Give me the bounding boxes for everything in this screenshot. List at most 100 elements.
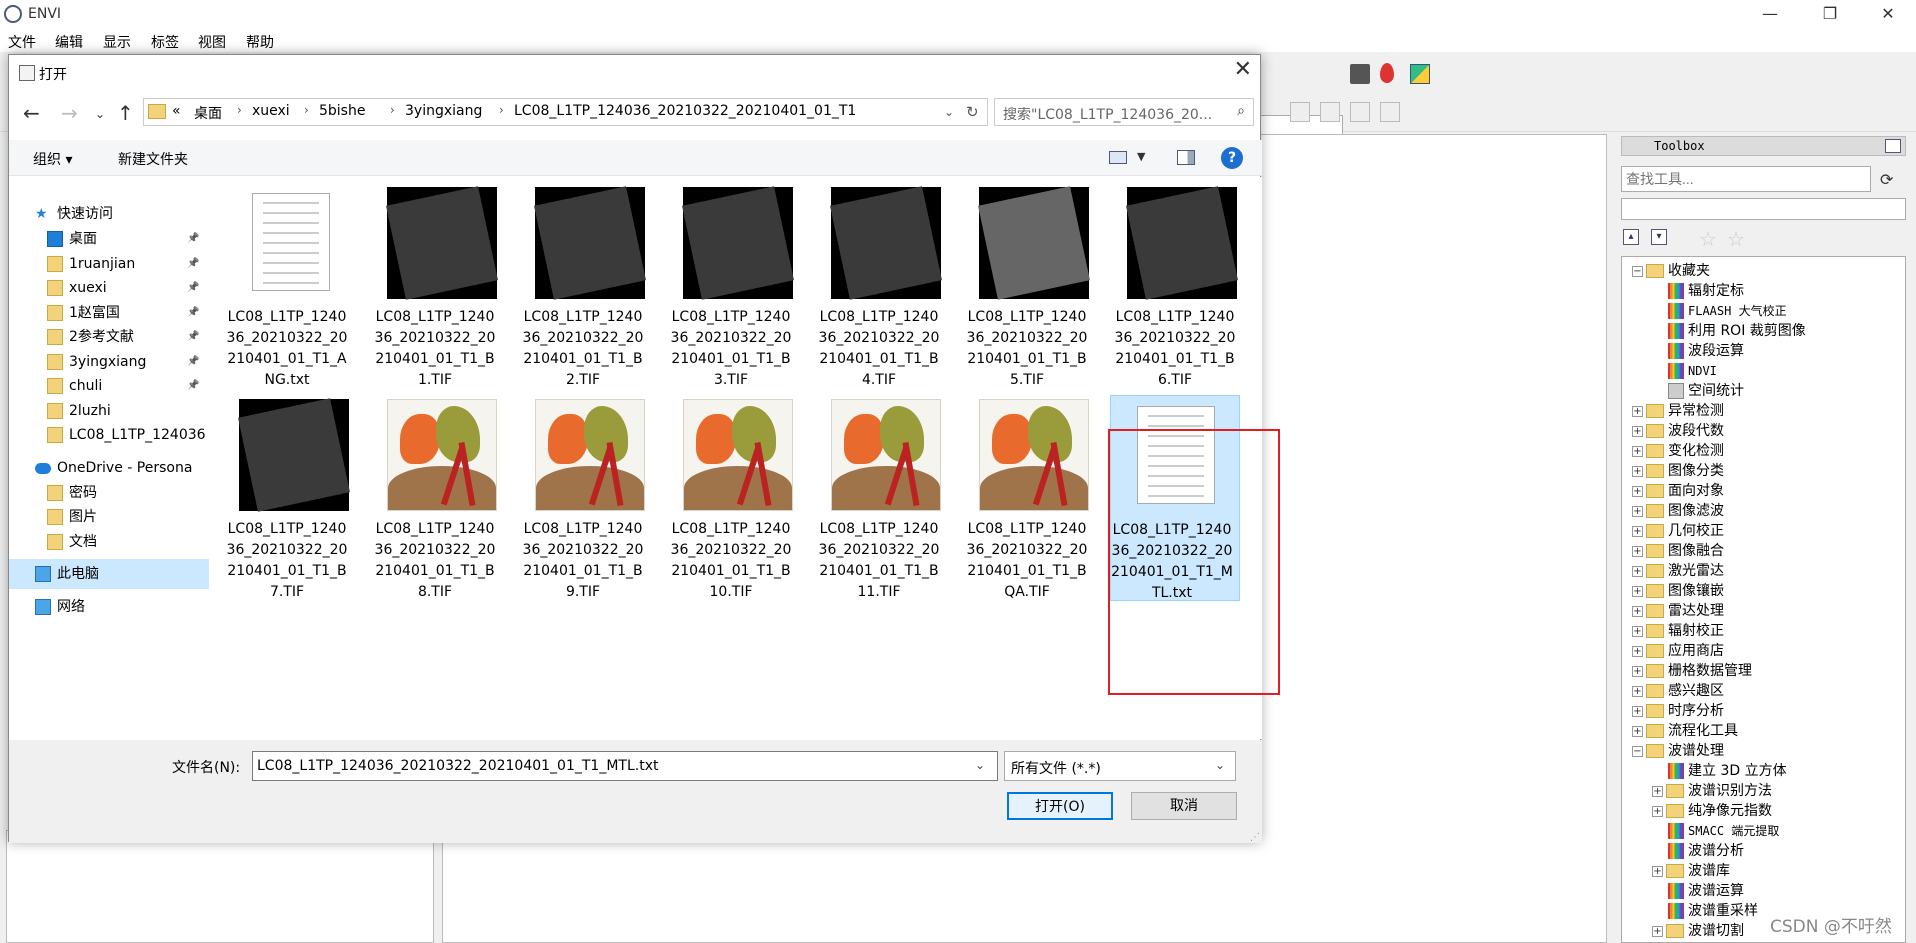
menu-display[interactable]: 显示 bbox=[103, 32, 131, 52]
layer-icon[interactable] bbox=[1410, 64, 1430, 84]
expand-icon[interactable]: + bbox=[1632, 485, 1643, 497]
tree-node[interactable]: 辐射定标 bbox=[1652, 281, 1744, 301]
file-item[interactable]: LC08_L1TP_124036_20210322_20210401_01_T1… bbox=[670, 395, 793, 601]
expand-icon[interactable]: + bbox=[1632, 465, 1643, 477]
expand-icon[interactable]: + bbox=[1632, 565, 1643, 577]
breadcrumb-3yingxiang[interactable]: 3yingxiang bbox=[405, 103, 482, 119]
expand-icon[interactable]: + bbox=[1632, 725, 1643, 737]
organize-button[interactable]: 组织 ▾ bbox=[33, 149, 72, 169]
open-button[interactable]: 打开(O) bbox=[1007, 792, 1113, 820]
view-grid-icon[interactable] bbox=[1380, 102, 1400, 122]
star-add-icon[interactable]: ☆ bbox=[1699, 227, 1717, 251]
tree-node[interactable]: + 波谱识别方法 bbox=[1652, 781, 1772, 801]
tree-node[interactable]: + 纯净像元指数 bbox=[1652, 801, 1772, 821]
menu-label[interactable]: 标签 bbox=[151, 32, 179, 52]
breadcrumb-overflow[interactable]: « bbox=[172, 103, 181, 119]
breadcrumb-5bishe[interactable]: 5bishe bbox=[319, 103, 365, 119]
file-item[interactable]: LC08_L1TP_124036_20210322_20210401_01_T1… bbox=[522, 395, 645, 601]
up-icon[interactable]: ↑ bbox=[117, 101, 134, 125]
file-item[interactable]: LC08_L1TP_124036_20210322_20210401_01_T1… bbox=[966, 395, 1089, 601]
file-item[interactable]: LC08_L1TP_124036_20210322_20210401_01_T1… bbox=[374, 183, 498, 389]
tree-node[interactable]: 波谱分析 bbox=[1652, 841, 1744, 861]
expand-icon[interactable]: + bbox=[1632, 525, 1643, 537]
expand-icon[interactable]: + bbox=[1632, 645, 1643, 657]
pin-location-icon[interactable] bbox=[1380, 63, 1394, 83]
breadcrumb-desktop[interactable]: 桌面 bbox=[194, 103, 222, 123]
expand-icon[interactable]: + bbox=[1632, 405, 1643, 417]
expand-icon[interactable]: + bbox=[1652, 925, 1663, 937]
tree-node[interactable]: − 收藏夹 bbox=[1632, 261, 1710, 281]
tree-node[interactable]: + 波谱切割 bbox=[1652, 921, 1744, 941]
tree-node[interactable]: + 时序分析 bbox=[1632, 701, 1724, 721]
tree-node[interactable]: − 波谱处理 bbox=[1632, 741, 1724, 761]
dialog-close-icon[interactable]: ✕ bbox=[1234, 57, 1252, 82]
expand-icon[interactable]: + bbox=[1632, 445, 1643, 457]
tree-node[interactable]: 波谱重采样 bbox=[1652, 901, 1758, 921]
search-input[interactable]: 搜索"LC08_L1TP_124036_20... ⌕ bbox=[994, 98, 1254, 126]
tree-node[interactable]: + 图像镶嵌 bbox=[1632, 581, 1724, 601]
chevron-down-icon[interactable]: ⌄ bbox=[975, 758, 985, 772]
tree-node[interactable]: + 雷达处理 bbox=[1632, 601, 1724, 621]
tree-node[interactable]: + 图像分类 bbox=[1632, 461, 1724, 481]
menu-edit[interactable]: 编辑 bbox=[55, 32, 83, 52]
tree-node[interactable]: + 感兴趣区 bbox=[1632, 681, 1724, 701]
chevron-down-icon[interactable]: ⌄ bbox=[1215, 758, 1225, 772]
tree-node[interactable]: + 应用商店 bbox=[1632, 641, 1724, 661]
expand-icon[interactable]: + bbox=[1632, 605, 1643, 617]
tree-node[interactable]: + 变化检测 bbox=[1632, 441, 1724, 461]
close-icon[interactable]: ✕ bbox=[1868, 4, 1908, 26]
recent-dropdown-icon[interactable]: ⌄ bbox=[95, 107, 105, 121]
minimize-icon[interactable]: — bbox=[1750, 4, 1790, 26]
view-dropdown-icon[interactable]: ▼ bbox=[1137, 150, 1145, 163]
dock-icon[interactable] bbox=[1885, 139, 1901, 153]
expand-all-icon[interactable]: ▴ bbox=[1623, 229, 1639, 245]
tree-node[interactable]: 波段运算 bbox=[1652, 341, 1744, 361]
collapse-icon[interactable]: − bbox=[1632, 745, 1643, 757]
menu-help[interactable]: 帮助 bbox=[246, 32, 274, 52]
chevron-down-icon[interactable]: ⌄ bbox=[944, 105, 954, 119]
file-item[interactable]: LC08_L1TP_124036_20210322_20210401_01_T1… bbox=[226, 395, 350, 601]
view-split-icon[interactable] bbox=[1320, 102, 1340, 122]
file-item[interactable]: LC08_L1TP_124036_20210322_20210401_01_T1… bbox=[522, 183, 646, 389]
tree-node[interactable]: 建立 3D 立方体 bbox=[1652, 761, 1787, 781]
toolbox-search-input[interactable] bbox=[1621, 166, 1871, 192]
tree-node[interactable]: + 激光雷达 bbox=[1632, 561, 1724, 581]
restore-icon[interactable]: ❐ bbox=[1810, 4, 1850, 26]
help-icon[interactable]: ? bbox=[1221, 147, 1243, 169]
expand-icon[interactable]: + bbox=[1652, 785, 1663, 797]
tree-node[interactable]: + 波段代数 bbox=[1632, 421, 1724, 441]
tree-node[interactable]: 空间统计 bbox=[1652, 381, 1744, 401]
filetype-select[interactable]: 所有文件 (*.*) bbox=[1004, 751, 1236, 781]
breadcrumb-current[interactable]: LC08_L1TP_124036_20210322_20210401_01_T1 bbox=[514, 103, 856, 119]
preview-pane-icon[interactable] bbox=[1177, 150, 1195, 165]
tree-node[interactable]: 波谱运算 bbox=[1652, 881, 1744, 901]
expand-icon[interactable]: + bbox=[1632, 705, 1643, 717]
toolbox-filter[interactable] bbox=[1621, 198, 1906, 220]
view-mode-icon[interactable] bbox=[1109, 151, 1127, 164]
tree-node[interactable]: + 异常检测 bbox=[1632, 401, 1724, 421]
expand-icon[interactable]: + bbox=[1652, 805, 1663, 817]
chevron-right-icon[interactable]: › bbox=[237, 103, 242, 117]
tree-node[interactable]: + 图像滤波 bbox=[1632, 501, 1724, 521]
tree-node[interactable]: + 流程化工具 bbox=[1632, 721, 1738, 741]
breadcrumb-xuexi[interactable]: xuexi bbox=[252, 103, 290, 119]
back-icon[interactable]: ← bbox=[23, 101, 40, 125]
refresh-icon[interactable]: ⟳ bbox=[1880, 170, 1893, 189]
tree-node[interactable]: + 几何校正 bbox=[1632, 521, 1724, 541]
resize-grip-icon[interactable]: ⋰ bbox=[1250, 832, 1260, 843]
menu-view[interactable]: 视图 bbox=[198, 32, 226, 52]
chevron-right-icon[interactable]: › bbox=[304, 103, 309, 117]
expand-icon[interactable]: + bbox=[1632, 425, 1643, 437]
nav-item[interactable]: LC08_L1TP_124036 bbox=[9, 420, 209, 450]
file-item[interactable]: LC08_L1TP_124036_20210322_20210401_01_T1… bbox=[818, 395, 941, 601]
nav-item[interactable]: 文档 bbox=[9, 527, 209, 557]
file-item[interactable]: LC08_L1TP_124036_20210322_20210401_01_T1… bbox=[966, 183, 1090, 389]
collapse-all-icon[interactable]: ▾ bbox=[1651, 229, 1667, 245]
tree-node[interactable]: FLAASH 大气校正 bbox=[1652, 301, 1787, 321]
address-bar[interactable]: « 桌面 › xuexi › 5bishe › 3yingxiang › LC0… bbox=[143, 98, 988, 126]
tree-node[interactable]: + 栅格数据管理 bbox=[1632, 661, 1752, 681]
refresh-icon[interactable]: ↻ bbox=[966, 103, 979, 121]
expand-icon[interactable]: + bbox=[1632, 665, 1643, 677]
save-icon[interactable] bbox=[1350, 64, 1370, 84]
chevron-right-icon[interactable]: › bbox=[390, 103, 395, 117]
